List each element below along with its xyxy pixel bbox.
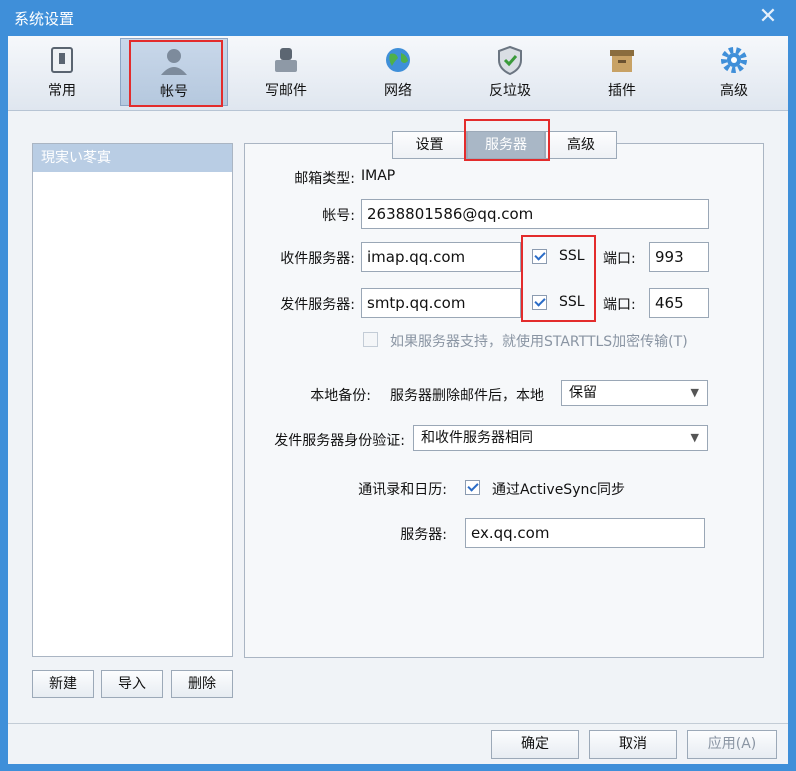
outgoing-ssl-checkbox[interactable] bbox=[532, 295, 547, 310]
toolbar-item-label: 写邮件 bbox=[265, 83, 307, 99]
account-label: 帐号: bbox=[322, 208, 355, 224]
incoming-port-label: 端口: bbox=[603, 251, 636, 267]
tab-advanced[interactable]: 高级 bbox=[545, 131, 617, 159]
toolbar-item-compose[interactable]: 写邮件 bbox=[232, 38, 340, 106]
outgoing-server-label: 发件服务器: bbox=[280, 297, 355, 313]
ok-button[interactable]: 确定 bbox=[491, 730, 579, 759]
toolbar-item-general[interactable]: 常用 bbox=[8, 38, 116, 106]
activesync-label: 通过ActiveSync同步 bbox=[492, 482, 626, 498]
toolbar-item-label: 帐号 bbox=[160, 84, 188, 100]
settings-toolbar: 常用 帐号 写邮件 网络 反垃圾 插件 高级 bbox=[8, 36, 788, 111]
toolbar-item-advanced[interactable]: 高级 bbox=[680, 38, 788, 106]
exchange-server-label: 服务器: bbox=[400, 527, 447, 543]
toolbar-item-label: 插件 bbox=[608, 83, 636, 99]
toolbar-item-label: 高级 bbox=[720, 83, 748, 99]
new-account-button[interactable]: 新建 bbox=[32, 670, 94, 698]
outgoing-ssl-label: SSL bbox=[559, 294, 585, 310]
toolbar-item-account[interactable]: 帐号 bbox=[120, 38, 228, 106]
dialog-footer: 确定 取消 应用(A) bbox=[8, 723, 788, 764]
outgoing-port-label: 端口: bbox=[603, 297, 636, 313]
outgoing-server-field[interactable]: smtp.qq.com bbox=[361, 288, 521, 318]
incoming-ssl-label: SSL bbox=[559, 248, 585, 264]
chevron-down-icon: ▼ bbox=[690, 386, 699, 399]
user-icon bbox=[161, 49, 187, 75]
outgoing-port-field[interactable]: 465 bbox=[649, 288, 709, 318]
local-backup-description: 服务器删除邮件后，本地 bbox=[390, 388, 544, 404]
starttls-label: 如果服务器支持，就使用STARTTLS加密传输(T) bbox=[390, 334, 688, 350]
toolbar-item-plugins[interactable]: 插件 bbox=[568, 38, 676, 106]
chevron-down-icon: ▼ bbox=[690, 431, 699, 444]
pen-icon bbox=[275, 48, 297, 72]
incoming-port-field[interactable]: 993 bbox=[649, 242, 709, 272]
import-account-button[interactable]: 导入 bbox=[101, 670, 163, 698]
toolbar-item-network[interactable]: 网络 bbox=[344, 38, 452, 106]
shield-icon bbox=[498, 45, 522, 76]
tab-settings[interactable]: 设置 bbox=[392, 131, 467, 159]
settings-window: 系统设置 ✕ 常用 帐号 写邮件 网络 反垃圾 插件 高级 現実い苳寘 新建 导… bbox=[0, 0, 796, 771]
incoming-ssl-checkbox[interactable] bbox=[532, 249, 547, 264]
delete-account-button[interactable]: 删除 bbox=[171, 670, 233, 698]
activesync-checkbox[interactable] bbox=[465, 480, 480, 495]
local-backup-label: 本地备份: bbox=[310, 388, 371, 404]
toolbar-item-label: 网络 bbox=[384, 83, 412, 99]
local-backup-value: 保留 bbox=[569, 385, 597, 401]
tab-server[interactable]: 服务器 bbox=[467, 131, 545, 159]
gear-icon bbox=[721, 47, 747, 73]
exchange-server-field[interactable]: ex.qq.com bbox=[465, 518, 705, 548]
local-backup-select[interactable]: 保留 ▼ bbox=[561, 380, 708, 406]
apply-button[interactable]: 应用(A) bbox=[687, 730, 777, 759]
account-field[interactable]: 2638801586@qq.com bbox=[361, 199, 709, 229]
content-area: 現実い苳寘 新建 导入 删除 设置 服务器 高级 邮箱类型: IMAP 帐号: … bbox=[8, 111, 788, 723]
contacts-calendar-label: 通讯录和日历: bbox=[358, 482, 447, 498]
toolbar-item-label: 常用 bbox=[48, 83, 76, 99]
toolbar-item-antispam[interactable]: 反垃圾 bbox=[456, 38, 564, 106]
incoming-server-field[interactable]: imap.qq.com bbox=[361, 242, 521, 272]
smtp-auth-value: 和收件服务器相同 bbox=[421, 430, 533, 446]
close-icon[interactable]: ✕ bbox=[756, 5, 780, 29]
account-list[interactable]: 現実い苳寘 bbox=[32, 143, 233, 657]
mail-type-value: IMAP bbox=[361, 168, 396, 184]
server-settings-panel: 设置 服务器 高级 邮箱类型: IMAP 帐号: 2638801586@qq.c… bbox=[244, 131, 764, 658]
incoming-server-label: 收件服务器: bbox=[280, 251, 355, 267]
title-bar: 系统设置 ✕ bbox=[0, 0, 796, 36]
switch-icon bbox=[51, 47, 73, 73]
window-title: 系统设置 bbox=[14, 10, 75, 28]
smtp-auth-label: 发件服务器身份验证: bbox=[274, 433, 405, 449]
box-icon bbox=[610, 50, 634, 72]
mail-type-label: 邮箱类型: bbox=[294, 171, 355, 187]
starttls-checkbox[interactable] bbox=[363, 332, 378, 347]
smtp-auth-select[interactable]: 和收件服务器相同 ▼ bbox=[413, 425, 708, 451]
cancel-button[interactable]: 取消 bbox=[589, 730, 677, 759]
globe-icon bbox=[386, 48, 410, 72]
account-list-item[interactable]: 現実い苳寘 bbox=[33, 144, 232, 172]
toolbar-item-label: 反垃圾 bbox=[489, 83, 531, 99]
